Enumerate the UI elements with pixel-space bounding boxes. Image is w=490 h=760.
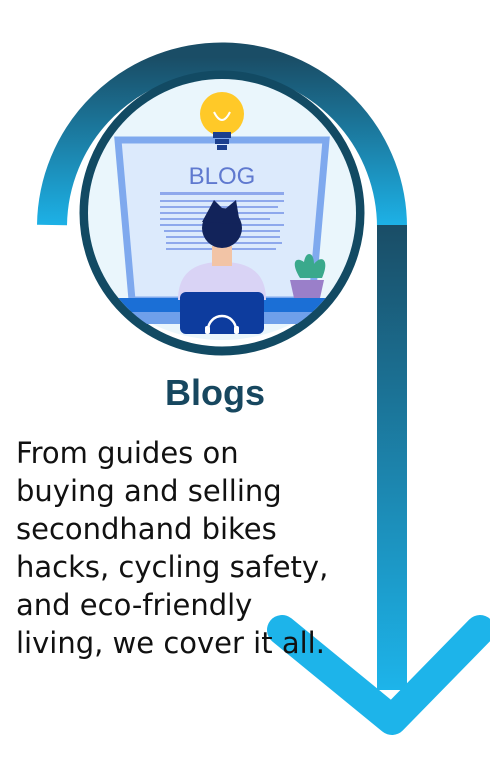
section-title: Blogs xyxy=(164,372,265,413)
screen-label: BLOG xyxy=(189,163,256,190)
section-body: From guides on buying and selling second… xyxy=(16,436,329,660)
flow-shaft xyxy=(377,225,407,690)
